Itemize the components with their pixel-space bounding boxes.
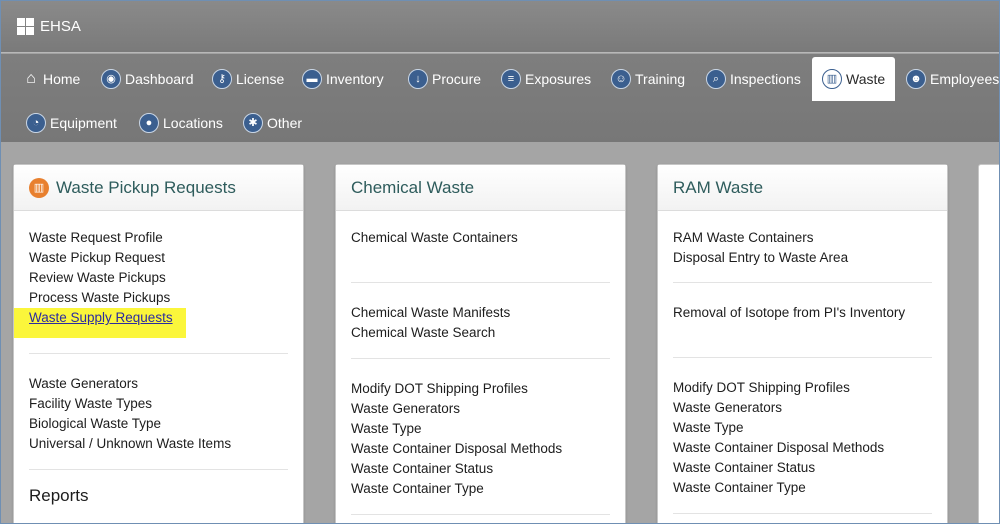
waste-pickup-panel: ▥ Waste Pickup Requests Waste Request Pr…	[13, 164, 304, 523]
link-chemical-waste-containers[interactable]: Chemical Waste Containers	[351, 228, 610, 248]
nav-procure[interactable]: ↓ Procure	[398, 58, 491, 100]
nav-locations[interactable]: ● Locations	[129, 102, 233, 144]
link-waste-container-type[interactable]: Waste Container Type	[351, 479, 610, 499]
nav-inventory[interactable]: ▬ Inventory	[292, 58, 394, 100]
nav-home[interactable]: ⌂ Home	[13, 58, 90, 100]
panel-title: RAM Waste	[673, 177, 764, 197]
link-waste-generators[interactable]: Waste Generators	[29, 374, 288, 394]
link-disposal-entry-to-waste-area[interactable]: Disposal Entry to Waste Area	[673, 248, 932, 268]
clipboard-icon: ≡	[501, 69, 521, 89]
nav-exposures[interactable]: ≡ Exposures	[491, 58, 601, 100]
ram-config-group: Modify DOT Shipping Profiles Waste Gener…	[673, 378, 932, 514]
link-modify-dot-shipping-profiles[interactable]: Modify DOT Shipping Profiles	[673, 378, 932, 398]
ram-removal-group: Removal of Isotope from PI's Inventory	[673, 303, 932, 358]
title-bar: EHSA	[1, 1, 999, 53]
home-icon: ⌂	[26, 70, 36, 87]
nav-license[interactable]: ⚷ License	[202, 58, 294, 100]
trainee-icon: ☺	[611, 69, 631, 89]
link-waste-supply-requests[interactable]: Waste Supply Requests	[14, 308, 186, 338]
panel-title: Waste Pickup Requests	[56, 177, 236, 197]
trash-icon: ▥	[29, 177, 49, 198]
link-universal-unknown-waste-items[interactable]: Universal / Unknown Waste Items	[29, 434, 288, 454]
chemical-config-group: Modify DOT Shipping Profiles Waste Gener…	[351, 379, 610, 515]
app-title: EHSA	[40, 18, 81, 35]
reports-heading: Reports	[29, 486, 89, 505]
link-review-waste-pickups[interactable]: Review Waste Pickups	[29, 268, 288, 288]
download-icon: ↓	[408, 69, 428, 89]
link-waste-request-profile[interactable]: Waste Request Profile	[29, 228, 288, 248]
nav-waste[interactable]: ▥ Waste	[812, 57, 896, 101]
link-ram-waste-containers[interactable]: RAM Waste Containers	[673, 228, 932, 248]
link-waste-pickup-request[interactable]: Waste Pickup Request	[29, 248, 288, 268]
link-waste-type[interactable]: Waste Type	[673, 418, 932, 438]
nav-equipment[interactable]: ◔ Equipment	[16, 102, 127, 144]
next-panel-partial	[978, 164, 999, 523]
link-facility-waste-types[interactable]: Facility Waste Types	[29, 394, 288, 414]
link-waste-container-status[interactable]: Waste Container Status	[351, 459, 610, 479]
link-modify-dot-shipping-profiles[interactable]: Modify DOT Shipping Profiles	[351, 379, 610, 399]
link-process-waste-pickups[interactable]: Process Waste Pickups	[29, 288, 288, 308]
ram-containers-group: RAM Waste Containers Disposal Entry to W…	[673, 228, 932, 283]
magnifier-icon: ⌕	[706, 69, 726, 89]
panel-title: Chemical Waste	[351, 177, 475, 197]
link-waste-container-status[interactable]: Waste Container Status	[673, 458, 932, 478]
link-removal-of-isotope[interactable]: Removal of Isotope from PI's Inventory	[673, 303, 932, 323]
panel-header: RAM Waste	[658, 165, 947, 211]
nav-dashboard[interactable]: ◉ Dashboard	[91, 58, 204, 100]
content-area: ▥ Waste Pickup Requests Waste Request Pr…	[1, 142, 999, 523]
nav-training[interactable]: ☺ Training	[601, 58, 695, 100]
chemical-manifests-group: Chemical Waste Manifests Chemical Waste …	[351, 303, 610, 359]
grid-icon	[17, 18, 34, 35]
trash-icon: ▥	[822, 69, 842, 89]
people-icon: ☻	[906, 69, 926, 89]
link-chemical-waste-search[interactable]: Chemical Waste Search	[351, 323, 610, 343]
main-nav: ⌂ Home ◉ Dashboard ⚷ License ▬ Inventory…	[1, 54, 999, 142]
ram-waste-panel: RAM Waste RAM Waste Containers Disposal …	[657, 164, 948, 523]
nav-employees[interactable]: ☻ Employees	[896, 58, 999, 100]
nav-inspections[interactable]: ⌕ Inspections	[696, 58, 811, 100]
panel-header: ▥ Waste Pickup Requests	[14, 165, 303, 211]
link-biological-waste-type[interactable]: Biological Waste Type	[29, 414, 288, 434]
dashboard-icon: ◉	[101, 69, 121, 89]
panel-header: Chemical Waste	[336, 165, 625, 211]
truck-icon: ▬	[302, 69, 322, 89]
gauge-icon: ◔	[26, 113, 46, 133]
link-waste-container-disposal-methods[interactable]: Waste Container Disposal Methods	[351, 439, 610, 459]
map-pin-icon: ●	[139, 113, 159, 133]
link-waste-container-type[interactable]: Waste Container Type	[673, 478, 932, 498]
link-waste-generators[interactable]: Waste Generators	[351, 399, 610, 419]
nav-other[interactable]: ✱ Other	[233, 102, 312, 144]
chemical-containers-group: Chemical Waste Containers	[351, 228, 610, 283]
link-chemical-waste-manifests[interactable]: Chemical Waste Manifests	[351, 303, 610, 323]
chemical-waste-panel: Chemical Waste Chemical Waste Containers…	[335, 164, 626, 523]
asterisk-icon: ✱	[243, 113, 263, 133]
pickup-admin-group: Waste Generators Facility Waste Types Bi…	[29, 374, 288, 470]
link-waste-generators[interactable]: Waste Generators	[673, 398, 932, 418]
app-window: EHSA ⌂ Home ◉ Dashboard ⚷ License ▬ Inve…	[1, 1, 999, 523]
link-waste-type[interactable]: Waste Type	[351, 419, 610, 439]
key-icon: ⚷	[212, 69, 232, 89]
link-waste-container-disposal-methods[interactable]: Waste Container Disposal Methods	[673, 438, 932, 458]
pickup-links-group: Waste Request Profile Waste Pickup Reque…	[14, 228, 288, 354]
